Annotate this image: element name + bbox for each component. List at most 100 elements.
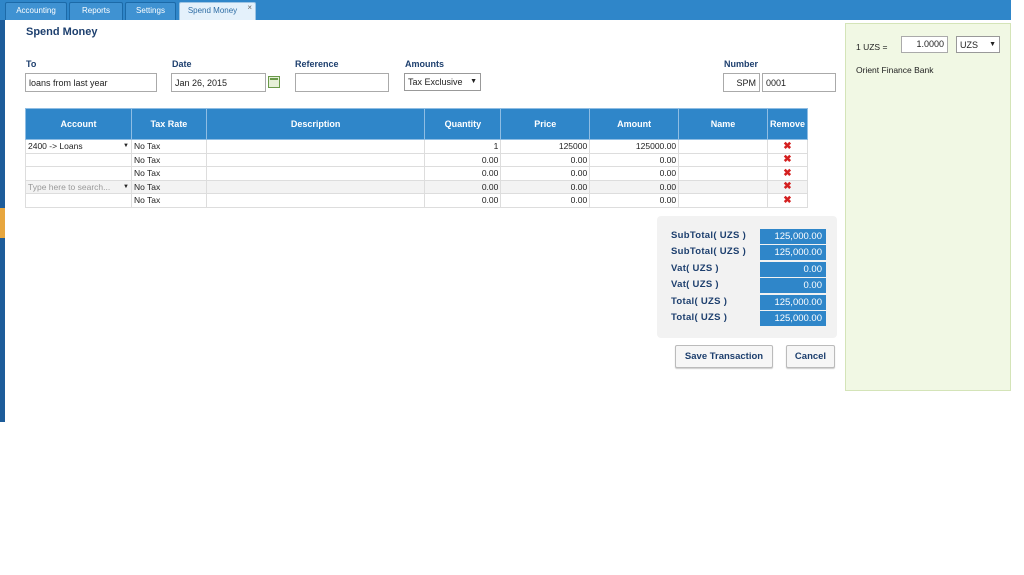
name-cell[interactable]: [678, 193, 768, 208]
quantity-cell[interactable]: 0.00: [424, 179, 502, 194]
to-input[interactable]: [25, 73, 157, 92]
top-tab-bar: Accounting Reports Settings Spend Money …: [0, 0, 1011, 20]
amounts-select-value: Tax Exclusive: [408, 77, 463, 87]
description-cell[interactable]: [205, 166, 426, 181]
col-name: Name: [678, 108, 768, 140]
account-cell[interactable]: [25, 152, 132, 167]
date-input[interactable]: [171, 73, 266, 92]
tab-label: Accounting: [16, 6, 56, 15]
account-cell[interactable]: 2400 -> Loans ▼: [25, 139, 132, 154]
table-row: No Tax 0.00 0.00 0.00 ✖: [25, 193, 809, 208]
price-cell[interactable]: 0.00: [500, 152, 591, 167]
quantity-cell[interactable]: 1: [424, 139, 502, 154]
col-price: Price: [500, 108, 591, 140]
chevron-down-icon[interactable]: ▼: [123, 184, 129, 190]
reference-input[interactable]: [295, 73, 389, 92]
currency-select[interactable]: UZS ▼: [956, 36, 1000, 53]
price-cell[interactable]: 0.00: [500, 166, 591, 181]
tab-spend-money[interactable]: Spend Money ×: [179, 2, 256, 20]
left-edge-bar: [0, 20, 5, 422]
description-cell[interactable]: [205, 179, 426, 194]
total-row: Total( UZS ) 125,000.00: [671, 295, 831, 310]
remove-icon[interactable]: ✖: [783, 181, 791, 192]
exchange-rate-label: 1 UZS =: [856, 42, 888, 52]
save-transaction-button[interactable]: Save Transaction: [675, 345, 773, 368]
price-cell[interactable]: 125000: [500, 139, 591, 154]
amount-cell: 0.00: [589, 152, 680, 167]
bank-name: Orient Finance Bank: [856, 65, 934, 75]
price-cell[interactable]: 0.00: [500, 179, 591, 194]
tab-reports[interactable]: Reports: [69, 2, 123, 20]
table-row: No Tax 0.00 0.00 0.00 ✖: [25, 152, 809, 167]
vat-label: Vat( UZS ): [671, 263, 719, 274]
reference-label: Reference: [295, 59, 339, 69]
close-icon[interactable]: ×: [247, 0, 252, 16]
table-header-row: Account Tax Rate Description Quantity Pr…: [25, 108, 809, 140]
subtotal-label: SubTotal( UZS ): [671, 230, 747, 241]
total-row: Total( UZS ) 125,000.00: [671, 311, 831, 326]
account-search-input[interactable]: Type here to search...: [28, 182, 110, 192]
remove-icon[interactable]: ✖: [783, 195, 791, 206]
description-cell[interactable]: [205, 139, 426, 154]
name-cell[interactable]: [678, 179, 768, 194]
tax-cell[interactable]: No Tax: [130, 179, 207, 194]
col-remove: Remove: [766, 108, 809, 140]
vat-label: Vat( UZS ): [671, 279, 719, 290]
subtotal-row: SubTotal( UZS ) 125,000.00: [671, 229, 831, 244]
subtotal-label: SubTotal( UZS ): [671, 246, 747, 257]
name-cell[interactable]: [678, 166, 768, 181]
remove-icon[interactable]: ✖: [783, 141, 791, 152]
description-cell[interactable]: [205, 152, 426, 167]
tax-cell[interactable]: No Tax: [130, 193, 207, 208]
number-label: Number: [724, 59, 759, 69]
description-cell[interactable]: [205, 193, 426, 208]
amounts-select[interactable]: Tax Exclusive ▼: [404, 73, 481, 91]
name-cell[interactable]: [678, 152, 768, 167]
cancel-button[interactable]: Cancel: [786, 345, 835, 368]
remove-icon[interactable]: ✖: [783, 154, 791, 165]
tax-cell[interactable]: No Tax: [130, 139, 207, 154]
total-label: Total( UZS ): [671, 312, 728, 323]
tax-cell[interactable]: No Tax: [130, 166, 207, 181]
vat-value: 0.00: [760, 278, 826, 293]
account-search-cell[interactable]: Type here to search... ▼: [25, 179, 132, 194]
tab-label: Settings: [136, 6, 165, 15]
number-input[interactable]: [762, 73, 836, 92]
tab-accounting[interactable]: Accounting: [5, 2, 67, 20]
vat-row: Vat( UZS ) 0.00: [671, 262, 831, 277]
currency-side-panel: 1 UZS = UZS ▼ Orient Finance Bank: [845, 23, 1011, 391]
chevron-down-icon: ▼: [989, 41, 996, 48]
calendar-icon[interactable]: [268, 76, 280, 88]
account-cell[interactable]: [25, 166, 132, 181]
quantity-cell[interactable]: 0.00: [424, 152, 502, 167]
account-value: 2400 -> Loans: [28, 141, 83, 152]
price-cell[interactable]: 0.00: [500, 193, 591, 208]
account-cell[interactable]: [25, 193, 132, 208]
amount-cell: 125000.00: [589, 139, 680, 154]
tab-label: Reports: [81, 6, 110, 15]
total-label: Total( UZS ): [671, 296, 728, 307]
amount-cell: 0.00: [589, 179, 680, 194]
chevron-down-icon[interactable]: ▼: [123, 143, 129, 149]
page-title: Spend Money: [26, 26, 98, 38]
quantity-cell[interactable]: 0.00: [424, 166, 502, 181]
tab-settings[interactable]: Settings: [125, 2, 176, 20]
quantity-cell[interactable]: 0.00: [424, 193, 502, 208]
subtotal-value: 125,000.00: [760, 229, 826, 244]
remove-icon[interactable]: ✖: [783, 168, 791, 179]
total-value: 125,000.00: [760, 295, 826, 310]
left-edge-marker: [0, 208, 5, 238]
amount-cell: 0.00: [589, 166, 680, 181]
subtotal-row: SubTotal( UZS ) 125,000.00: [671, 245, 831, 260]
table-row: Type here to search... ▼ No Tax 0.00 0.00…: [25, 179, 809, 194]
table-row: No Tax 0.00 0.00 0.00 ✖: [25, 166, 809, 181]
name-cell[interactable]: [678, 139, 768, 154]
exchange-rate-input[interactable]: [901, 36, 948, 53]
col-quantity: Quantity: [424, 108, 502, 140]
to-label: To: [26, 59, 37, 69]
tax-cell[interactable]: No Tax: [130, 152, 207, 167]
amounts-label: Amounts: [405, 59, 444, 69]
total-value: 125,000.00: [760, 311, 826, 326]
tab-label: Spend Money: [187, 6, 238, 15]
col-account: Account: [25, 108, 132, 140]
